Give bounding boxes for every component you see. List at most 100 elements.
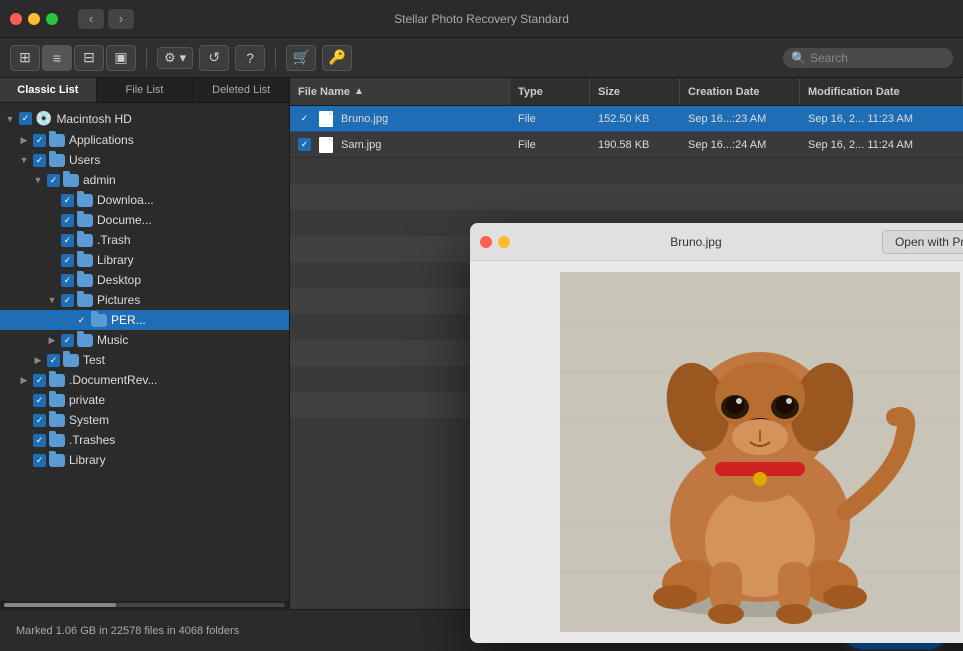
tree-item-trash[interactable]: ✓ .Trash xyxy=(0,230,289,250)
checkbox-users[interactable]: ✓ xyxy=(33,154,46,167)
label-library-root: Library xyxy=(69,453,106,467)
toolbar: ⊞ ≡ ⊟ ▣ ⚙ ▾ ↺ ? 🛒 🔑 🔍 xyxy=(0,38,963,78)
folder-icon-pictures xyxy=(77,294,93,307)
col-header-size[interactable]: Size xyxy=(590,78,680,105)
tree-item-system[interactable]: ✓ System xyxy=(0,410,289,430)
settings-dropdown[interactable]: ⚙ ▾ xyxy=(157,47,193,69)
tree-item-downloads[interactable]: ✓ Downloa... xyxy=(0,190,289,210)
settings-dropdown-arrow: ▾ xyxy=(180,50,187,66)
toggle-documents[interactable] xyxy=(46,214,58,226)
file-cell-creation-bruno: Sep 16...:23 AM xyxy=(680,106,800,131)
toggle-trashes[interactable] xyxy=(18,434,30,446)
tree-item-admin[interactable]: ▼ ✓ admin xyxy=(0,170,289,190)
checkbox-pictures[interactable]: ✓ xyxy=(61,294,74,307)
scrollbar-thumb[interactable] xyxy=(4,603,116,607)
open-with-preview-button[interactable]: Open with Preview xyxy=(882,230,963,254)
app-title: Stellar Photo Recovery Standard xyxy=(394,12,569,26)
toggle-trash[interactable] xyxy=(46,234,58,246)
file-cell-modification-sam: Sep 16, 2... 11:24 AM xyxy=(800,132,963,157)
col-header-filename[interactable]: File Name ▲ xyxy=(290,78,510,105)
file-row-sam[interactable]: ✓ Sam.jpg File 190.58 KB Sep 16...:24 AM… xyxy=(290,132,963,158)
list-view-button[interactable]: ≡ xyxy=(42,45,72,71)
forward-button[interactable]: › xyxy=(108,9,134,29)
tree-item-applications[interactable]: ▶ ✓ Applications xyxy=(0,130,289,150)
search-input[interactable] xyxy=(810,51,940,65)
tree-item-test[interactable]: ▶ ✓ Test xyxy=(0,350,289,370)
tree-item-desktop[interactable]: ✓ Desktop xyxy=(0,270,289,290)
tree-item-macintosh-hd[interactable]: ▼ ✓ 💿 Macintosh HD xyxy=(0,107,289,130)
toggle-private[interactable] xyxy=(18,394,30,406)
toggle-documentrev[interactable]: ▶ xyxy=(18,374,30,386)
col-header-type[interactable]: Type xyxy=(510,78,590,105)
checkbox-downloads[interactable]: ✓ xyxy=(61,194,74,207)
file-modification-sam: Sep 16, 2... 11:24 AM xyxy=(808,139,913,151)
close-button[interactable] xyxy=(10,13,22,25)
toggle-system[interactable] xyxy=(18,414,30,426)
grid-view-button[interactable]: ⊞ xyxy=(10,45,40,71)
tab-classic-list[interactable]: Classic List xyxy=(0,78,97,102)
toggle-library-root[interactable] xyxy=(18,454,30,466)
file-checkbox-sam[interactable]: ✓ xyxy=(298,138,311,151)
tree-item-library[interactable]: ✓ Library xyxy=(0,250,289,270)
help-button[interactable]: ? xyxy=(235,45,265,71)
toggle-downloads[interactable] xyxy=(46,194,58,206)
label-users: Users xyxy=(69,153,100,167)
toggle-music[interactable]: ▶ xyxy=(46,334,58,346)
tree-item-music[interactable]: ▶ ✓ Music xyxy=(0,330,289,350)
preview-minimize-button[interactable] xyxy=(498,236,510,248)
checkbox-admin[interactable]: ✓ xyxy=(47,174,60,187)
checkbox-documents[interactable]: ✓ xyxy=(61,214,74,227)
toggle-applications[interactable]: ▶ xyxy=(18,134,30,146)
label-trash: .Trash xyxy=(97,233,131,247)
file-row-bruno[interactable]: ✓ Bruno.jpg File 152.50 KB Sep 16...:23 … xyxy=(290,106,963,132)
search-box[interactable]: 🔍 xyxy=(783,48,953,68)
checkbox-private[interactable]: ✓ xyxy=(33,394,46,407)
checkbox-test[interactable]: ✓ xyxy=(47,354,60,367)
file-checkbox-bruno[interactable]: ✓ xyxy=(298,112,311,125)
toggle-library-admin[interactable] xyxy=(46,254,58,266)
folder-icon-documentrev xyxy=(49,374,65,387)
back-button[interactable]: ‹ xyxy=(78,9,104,29)
minimize-button[interactable] xyxy=(28,13,40,25)
toggle-desktop[interactable] xyxy=(46,274,58,286)
recover-tool-button[interactable]: ↺ xyxy=(199,45,229,71)
checkbox-trashes[interactable]: ✓ xyxy=(33,434,46,447)
preview-close-button[interactable] xyxy=(480,236,492,248)
checkbox-desktop[interactable]: ✓ xyxy=(61,274,74,287)
checkbox-library-root[interactable]: ✓ xyxy=(33,454,46,467)
tree-item-documentrev[interactable]: ▶ ✓ .DocumentRev... xyxy=(0,370,289,390)
tree-item-documents[interactable]: ✓ Docume... xyxy=(0,210,289,230)
file-cell-creation-sam: Sep 16...:24 AM xyxy=(680,132,800,157)
tree-item-private[interactable]: ✓ private xyxy=(0,390,289,410)
maximize-button[interactable] xyxy=(46,13,58,25)
checkbox-system[interactable]: ✓ xyxy=(33,414,46,427)
tree-item-library-root[interactable]: ✓ Library xyxy=(0,450,289,470)
toggle-test[interactable]: ▶ xyxy=(32,354,44,366)
tree-item-trashes[interactable]: ✓ .Trashes xyxy=(0,430,289,450)
column-view-button[interactable]: ⊟ xyxy=(74,45,104,71)
cart-button[interactable]: 🛒 xyxy=(286,45,316,71)
tab-file-list[interactable]: File List xyxy=(97,78,194,102)
checkbox-applications[interactable]: ✓ xyxy=(33,134,46,147)
checkbox-macintosh-hd[interactable]: ✓ xyxy=(19,112,32,125)
toggle-per[interactable] xyxy=(60,314,72,326)
col-size-label: Size xyxy=(598,86,620,98)
key-button[interactable]: 🔑 xyxy=(322,45,352,71)
toggle-pictures[interactable]: ▼ xyxy=(46,294,58,306)
col-header-creation[interactable]: Creation Date xyxy=(680,78,800,105)
col-header-modification[interactable]: Modification Date xyxy=(800,78,963,105)
toggle-users[interactable]: ▼ xyxy=(18,154,30,166)
checkbox-library-admin[interactable]: ✓ xyxy=(61,254,74,267)
tree-item-per[interactable]: ✓ PER... xyxy=(0,310,289,330)
checkbox-trash[interactable]: ✓ xyxy=(61,234,74,247)
cover-flow-button[interactable]: ▣ xyxy=(106,45,136,71)
toggle-admin[interactable]: ▼ xyxy=(32,174,44,186)
checkbox-per[interactable]: ✓ xyxy=(75,314,88,327)
toggle-macintosh-hd[interactable]: ▼ xyxy=(4,113,16,125)
tree-item-pictures[interactable]: ▼ ✓ Pictures xyxy=(0,290,289,310)
tree-item-users[interactable]: ▼ ✓ Users xyxy=(0,150,289,170)
sidebar-scrollbar[interactable] xyxy=(0,601,289,609)
tab-deleted-list[interactable]: Deleted List xyxy=(193,78,289,102)
checkbox-documentrev[interactable]: ✓ xyxy=(33,374,46,387)
checkbox-music[interactable]: ✓ xyxy=(61,334,74,347)
